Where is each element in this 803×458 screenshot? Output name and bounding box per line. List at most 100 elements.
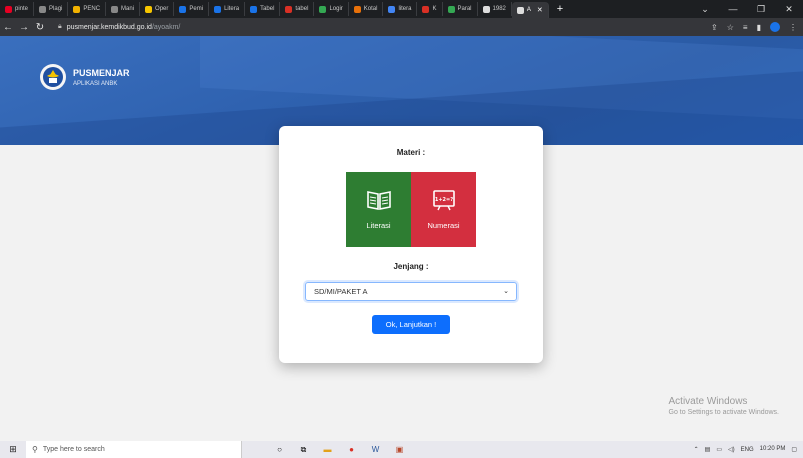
- tut-wuri-logo-icon: [40, 64, 66, 90]
- browser-tab[interactable]: Plagi: [34, 2, 69, 16]
- tray-time: 10:20 PM: [759, 446, 786, 452]
- word-icon[interactable]: W: [370, 444, 381, 455]
- browser-tab[interactable]: Litera: [209, 2, 246, 16]
- browser-tab[interactable]: Oper: [140, 2, 175, 16]
- new-tab-button[interactable]: +: [549, 3, 571, 15]
- page-content: PUSMENJAR APLIKASI ANBK Materi : Literas…: [0, 36, 803, 441]
- tab-label: K: [432, 6, 437, 12]
- windows-start-icon[interactable]: ⊞: [0, 444, 26, 455]
- tab-search-icon[interactable]: ⌄: [691, 4, 719, 15]
- share-icon[interactable]: ⇪: [711, 23, 718, 32]
- close-tab-icon[interactable]: ✕: [537, 6, 543, 14]
- taskbar-search-placeholder: Type here to search: [42, 446, 105, 453]
- tab-favicon-icon: [285, 5, 293, 13]
- jenjang-select[interactable]: SD/MI/PAKET A ⌄: [305, 282, 517, 301]
- tab-label: PENC: [83, 6, 101, 12]
- url-field[interactable]: 🔒︎ pusmenjar.kemdikbud.go.id/ayoakm/: [52, 20, 186, 34]
- menu-icon[interactable]: ⋮: [789, 23, 797, 32]
- open-book-icon: [366, 191, 391, 210]
- brand-title: PUSMENJAR: [73, 67, 130, 78]
- tray-network-icon[interactable]: ▤: [705, 446, 711, 453]
- browser-tab[interactable]: Mani: [106, 2, 141, 16]
- tray-volume-icon[interactable]: ◁): [728, 446, 735, 453]
- tab-favicon-icon: [5, 5, 12, 13]
- tab-favicon-icon: [516, 6, 524, 14]
- bookmark-star-icon[interactable]: ☆: [727, 23, 734, 32]
- browser-tab[interactable]: Tabel: [245, 2, 281, 16]
- chevron-down-icon: ⌄: [503, 288, 509, 295]
- tab-label: Logir: [329, 6, 343, 12]
- tray-clock[interactable]: 10:20 PM: [760, 446, 786, 453]
- tab-label: pinte: [15, 6, 29, 12]
- tab-favicon-icon: [145, 5, 153, 13]
- jenjang-selected-value: SD/MI/PAKET A: [314, 287, 368, 296]
- activate-windows-watermark: Activate Windows Go to Settings to activ…: [669, 396, 780, 416]
- math-board-icon: 1+2=?: [432, 190, 455, 211]
- browser-tab[interactable]: litera: [383, 2, 418, 16]
- url-path: /ayoakm/: [151, 23, 181, 31]
- watermark-line2: Go to Settings to activate Windows.: [668, 409, 780, 416]
- tab-label: Tabel: [260, 6, 275, 12]
- reading-list-icon[interactable]: ≡: [743, 23, 748, 32]
- browser-tab[interactable]: PENC: [68, 2, 107, 16]
- materi-label: Materi :: [396, 148, 426, 157]
- browser-tab[interactable]: Paral: [443, 2, 478, 16]
- literasi-label: Literasi: [366, 221, 391, 230]
- lock-icon: 🔒︎: [58, 23, 62, 30]
- tab-favicon-icon: [111, 5, 119, 13]
- chrome-icon[interactable]: ●: [346, 444, 357, 455]
- browser-tab[interactable]: K: [417, 2, 443, 16]
- browser-tab[interactable]: Pemi: [174, 2, 210, 16]
- tab-label: Pemi: [189, 6, 204, 12]
- address-bar: ← → ↻ 🔒︎ pusmenjar.kemdikbud.go.id/ayoak…: [0, 18, 803, 36]
- cortana-icon[interactable]: ○: [274, 444, 285, 455]
- literasi-tile[interactable]: Literasi: [346, 172, 411, 247]
- profile-avatar[interactable]: [770, 22, 780, 32]
- search-icon: ⚲: [32, 445, 38, 454]
- url-host: pusmenjar.kemdikbud.go.id: [66, 23, 152, 31]
- browser-tab-strip: pinte Plagi PENC Mani Oper Pemi Litera Tabel tab…: [0, 0, 803, 18]
- forward-button[interactable]: →: [16, 22, 32, 33]
- taskbar-search[interactable]: ⚲ Type here to search: [26, 441, 242, 458]
- browser-tab[interactable]: 1982: [478, 2, 512, 16]
- browser-tab[interactable]: tabel: [280, 2, 315, 16]
- tray-battery-icon[interactable]: ▭: [716, 446, 722, 453]
- continue-button[interactable]: Ok, Lanjutkan !: [372, 315, 450, 334]
- tray-language[interactable]: ENG: [741, 447, 754, 453]
- brand-subtitle: APLIKASI ANBK: [73, 80, 118, 87]
- jenjang-label: Jenjang :: [393, 262, 429, 271]
- tab-favicon-icon: [388, 5, 396, 13]
- numerasi-tile[interactable]: 1+2=? Numerasi: [411, 172, 476, 247]
- numerasi-label: Numerasi: [427, 221, 460, 230]
- browser-tab[interactable]: pinte: [0, 2, 35, 16]
- powerpoint-icon[interactable]: ▣: [394, 444, 405, 455]
- browser-tab[interactable]: Logir: [314, 2, 349, 16]
- window-controls: ⌄ — ❐ ✕: [691, 0, 803, 18]
- minimize-button[interactable]: —: [719, 4, 747, 14]
- task-view-icon[interactable]: ⧉: [298, 444, 309, 455]
- tab-label: litera: [398, 6, 412, 12]
- tray-chevron-icon[interactable]: ⌃: [694, 446, 699, 453]
- brand[interactable]: PUSMENJAR APLIKASI ANBK: [40, 64, 130, 90]
- tab-favicon-icon: [250, 5, 258, 13]
- tab-label: Kotal: [363, 6, 378, 12]
- tab-label: tabel: [295, 6, 309, 12]
- sidebar-icon[interactable]: ▮: [757, 23, 761, 32]
- maximize-button[interactable]: ❐: [747, 4, 775, 15]
- file-explorer-icon[interactable]: ▬: [322, 444, 333, 455]
- close-window-button[interactable]: ✕: [775, 4, 803, 15]
- browser-tab-active[interactable]: A ✕: [511, 2, 549, 18]
- tab-label: A: [526, 7, 531, 13]
- tab-label: Mani: [121, 6, 135, 12]
- notification-icon[interactable]: ▢: [791, 446, 797, 453]
- tab-favicon-icon: [39, 5, 47, 13]
- browser-tab[interactable]: Kotal: [349, 2, 384, 16]
- tab-favicon-icon: [353, 5, 361, 13]
- reload-button[interactable]: ↻: [32, 22, 48, 33]
- tab-favicon-icon: [482, 5, 490, 13]
- windows-taskbar: ⊞ ⚲ Type here to search ○ ⧉ ▬ ● W ▣ ⌃ ▤ …: [0, 441, 803, 458]
- selection-card: Materi : Literasi 1+2=? Numerasi Jenjang…: [279, 126, 543, 363]
- back-button[interactable]: ←: [0, 22, 16, 33]
- tab-favicon-icon: [214, 5, 222, 13]
- math-board-text: 1+2=?: [434, 197, 452, 203]
